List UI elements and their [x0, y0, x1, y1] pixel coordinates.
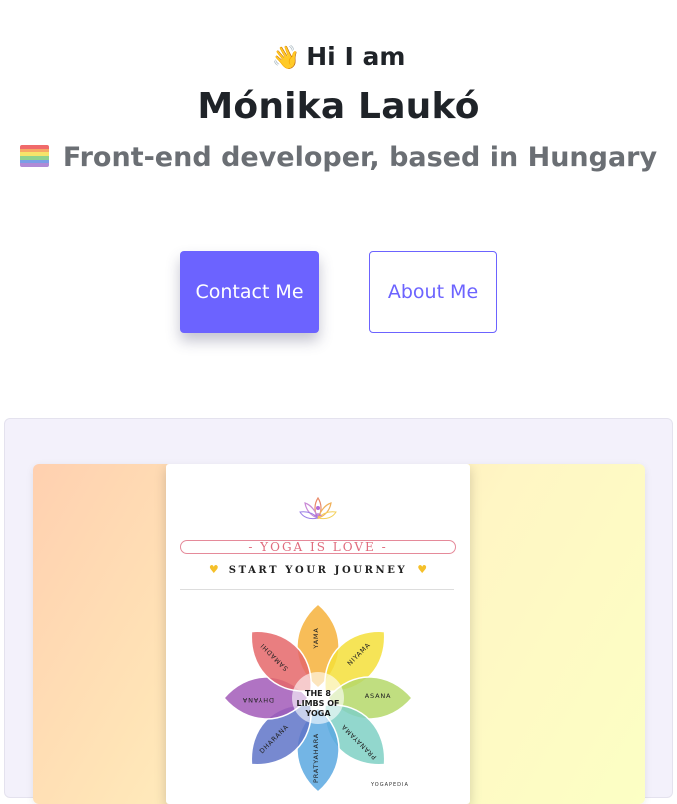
- greeting-text: Hi I am: [306, 42, 406, 71]
- yoga-poster: - YOGA IS LOVE - ♥ START YOUR JOURNEY ♥ YA…: [166, 464, 470, 804]
- journey-subtitle: ♥ START YOUR JOURNEY ♥: [208, 563, 428, 576]
- divider: [180, 589, 454, 590]
- yoga-badge: - YOGA IS LOVE -: [180, 540, 456, 554]
- lotus-icon: [299, 496, 337, 520]
- role-subtitle: Front-end developer, based in Hungary: [0, 142, 677, 173]
- role-text: Front-end developer, based in Hungary: [62, 142, 658, 173]
- about-me-button[interactable]: About Me: [369, 251, 497, 333]
- eight-limbs-flower: YAMANIYAMAASANAPRANAYAMAPRATYAHARADHARAN…: [223, 603, 413, 793]
- heart-icon: ♥: [208, 563, 219, 576]
- brand-label: YOGAPEDIA: [371, 782, 409, 788]
- project-showcase: - YOGA IS LOVE - ♥ START YOUR JOURNEY ♥ YA…: [4, 418, 673, 804]
- project-preview[interactable]: - YOGA IS LOVE - ♥ START YOUR JOURNEY ♥ YA…: [33, 464, 645, 804]
- petal-label: ASANA: [365, 692, 391, 700]
- petal-label: PRATYAHARA: [312, 733, 320, 783]
- greeting: 👋 Hi I am: [0, 42, 677, 71]
- rainbow-flag-icon: [19, 145, 49, 167]
- heart-icon: ♥: [417, 563, 428, 576]
- flower-center-line1: THE 8: [305, 689, 331, 698]
- flower-center-line3: YOGA: [304, 709, 331, 718]
- contact-me-button[interactable]: Contact Me: [180, 251, 319, 333]
- waving-hand-icon: 👋: [271, 45, 301, 71]
- page-title: Mónika Laukó: [197, 86, 480, 127]
- flower-center-line2: LIMBS OF: [297, 699, 340, 708]
- petal-label: DHYANA: [242, 696, 274, 704]
- petal-label: YAMA: [312, 627, 320, 649]
